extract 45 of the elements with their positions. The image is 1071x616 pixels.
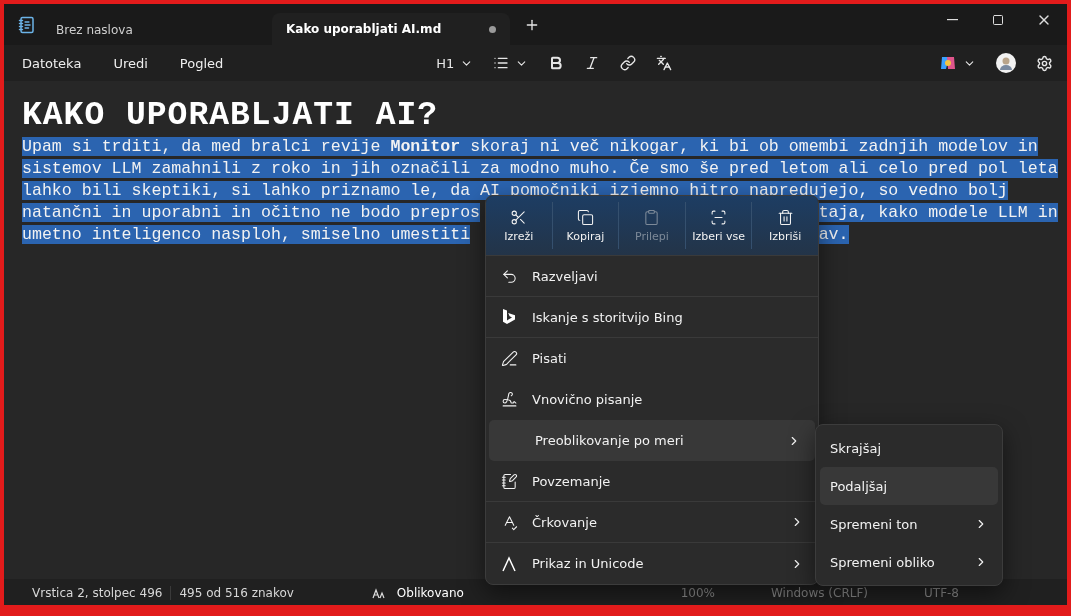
menu-action[interactable]: Izreži (486, 202, 553, 249)
heading-dropdown[interactable]: H1 (430, 51, 480, 75)
menu-item[interactable]: Datoteka (12, 51, 92, 75)
clipboard-icon (643, 208, 661, 226)
menu-item[interactable]: Spremeni obliko (820, 543, 998, 581)
link-icon (620, 55, 637, 71)
format-status[interactable]: Oblikovano (388, 586, 472, 600)
notepad-icon (18, 15, 36, 34)
scissors-icon (510, 208, 528, 226)
menu-item[interactable]: Skrajšaj (820, 429, 998, 467)
tab[interactable]: Kako uporabljati AI.md (272, 13, 510, 45)
avatar[interactable] (996, 53, 1016, 73)
menu-item[interactable]: Podaljšaj (820, 467, 998, 505)
menu-item[interactable]: Iskanje s storitvijo Bing (486, 297, 818, 338)
select-all-icon (710, 208, 728, 226)
tab[interactable]: Brez naslova (42, 15, 272, 45)
pen-icon (500, 350, 518, 367)
lambda-icon (501, 555, 517, 572)
menu-item[interactable]: Preoblikovanje po meri (489, 420, 815, 461)
copilot-icon (939, 54, 957, 72)
settings-icon (1036, 54, 1053, 72)
menu-item[interactable]: Spremeni ton (820, 505, 998, 543)
document-title: KAKO UPORABLJATI AI? (22, 97, 440, 134)
copy-icon (576, 208, 594, 226)
menu-item[interactable]: Razveljavi (486, 256, 818, 297)
signature-icon (500, 391, 518, 408)
menu-action[interactable]: Izbriši (752, 202, 818, 249)
trash-icon (776, 208, 794, 226)
maximize-icon (992, 14, 1004, 26)
menu-item[interactable]: Pogled (169, 51, 234, 75)
undo-icon (500, 267, 518, 285)
menu-item[interactable]: Vnovično pisanje (486, 379, 818, 420)
unsaved-dot (489, 25, 496, 33)
menu-action[interactable]: Izberi vse (685, 202, 753, 249)
minimize-icon (946, 19, 958, 21)
menu-action[interactable]: Kopiraj (552, 202, 620, 249)
cursor-position: Vrstica 2, stolpec 496 (24, 586, 172, 600)
formatting-icon (371, 587, 385, 599)
menu-item[interactable]: Prikaz in Unicode (486, 543, 818, 584)
bing-icon (502, 308, 516, 326)
menu-item[interactable]: Pisati (486, 338, 818, 379)
list-icon (493, 55, 510, 71)
bold-icon (548, 55, 565, 71)
menu-item[interactable]: Uredi (103, 51, 158, 75)
character-count: 495 od 516 znakov (178, 586, 295, 600)
